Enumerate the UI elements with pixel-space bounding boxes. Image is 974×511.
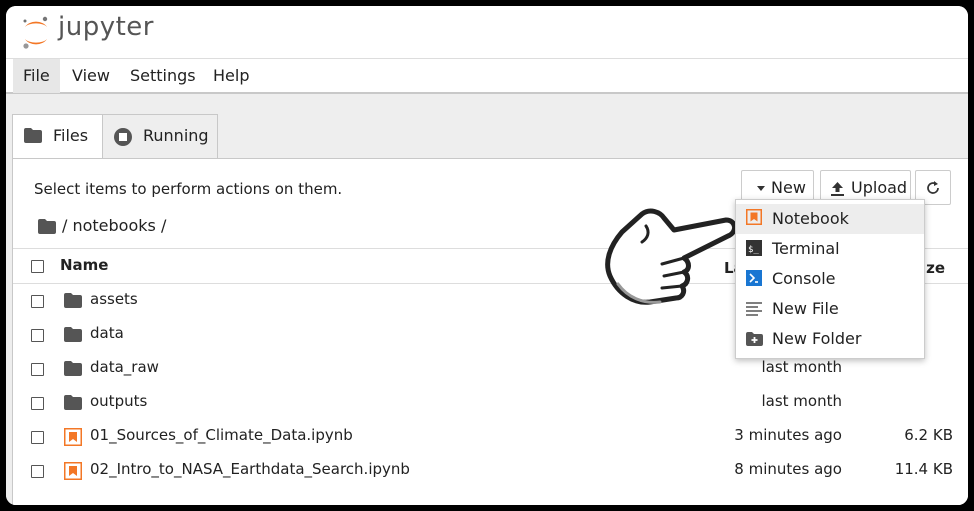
menu-help[interactable]: Help: [203, 59, 259, 93]
row-checkbox[interactable]: [31, 465, 44, 478]
terminal-icon: $_: [746, 240, 762, 256]
notebook-icon: [746, 209, 762, 225]
file-modified: 3 minutes ago: [734, 426, 842, 444]
notebook-icon: [64, 462, 82, 480]
file-modified: last month: [761, 392, 842, 410]
new-console-item[interactable]: Console: [736, 264, 924, 294]
file-modified: last month: [761, 358, 842, 376]
folder-icon: [64, 361, 82, 376]
new-terminal-label: Terminal: [772, 239, 840, 258]
folder-icon: [64, 327, 82, 342]
file-name[interactable]: assets: [90, 290, 138, 308]
new-file-label: New File: [772, 299, 839, 318]
menu-file[interactable]: File: [13, 59, 60, 93]
new-folder-icon: [746, 332, 763, 346]
new-notebook-item[interactable]: Notebook: [736, 204, 924, 234]
header: jupyter: [6, 6, 968, 58]
jupyter-window: jupyter File View Settings Help Files Ru…: [6, 6, 968, 505]
row-checkbox[interactable]: [31, 295, 44, 308]
stop-circle-icon: [114, 128, 132, 146]
tab-running[interactable]: Running: [102, 114, 218, 158]
svg-text:$_: $_: [748, 245, 759, 255]
file-name[interactable]: data_raw: [90, 358, 159, 376]
new-terminal-item[interactable]: $_ Terminal: [736, 234, 924, 264]
folder-icon[interactable]: [38, 219, 56, 234]
file-row[interactable]: 02_Intro_to_NASA_Earthdata_Search.ipynb …: [13, 454, 968, 488]
tab-files-label: Files: [53, 126, 89, 145]
new-folder-item[interactable]: New Folder: [736, 324, 924, 354]
tab-files[interactable]: Files: [12, 114, 103, 159]
menu-bar: File View Settings Help: [6, 58, 968, 94]
upload-icon: [831, 182, 844, 196]
text-file-icon: [746, 302, 762, 316]
folder-icon: [64, 293, 82, 308]
jupyter-logo-icon[interactable]: [21, 15, 51, 51]
file-name[interactable]: 02_Intro_to_NASA_Earthdata_Search.ipynb: [90, 460, 410, 478]
menu-view[interactable]: View: [62, 59, 120, 93]
new-folder-label: New Folder: [772, 329, 862, 348]
file-name[interactable]: data: [90, 324, 124, 342]
file-modified: 8 minutes ago: [734, 460, 842, 478]
menu-settings[interactable]: Settings: [120, 59, 206, 93]
pointing-hand-icon: [605, 208, 737, 305]
new-dropdown-menu: Notebook $_ Terminal Console New File Ne…: [735, 199, 925, 359]
row-checkbox[interactable]: [31, 397, 44, 410]
file-size: 6.2 KB: [904, 426, 953, 444]
new-notebook-label: Notebook: [772, 209, 849, 228]
file-name[interactable]: outputs: [90, 392, 147, 410]
new-console-label: Console: [772, 269, 836, 288]
file-name[interactable]: 01_Sources_of_Climate_Data.ipynb: [90, 426, 353, 444]
notebook-icon: [64, 428, 82, 446]
row-checkbox[interactable]: [31, 363, 44, 376]
file-size: 11.4 KB: [894, 460, 953, 478]
folder-icon: [24, 128, 42, 143]
caret-down-icon: [757, 186, 765, 191]
select-all-checkbox[interactable]: [31, 260, 44, 273]
file-row[interactable]: outputs last month: [13, 386, 968, 420]
console-icon: [746, 270, 762, 286]
new-file-item[interactable]: New File: [736, 294, 924, 324]
selection-hint: Select items to perform actions on them.: [34, 180, 343, 198]
breadcrumb-path[interactable]: / notebooks /: [62, 216, 166, 235]
row-checkbox[interactable]: [31, 431, 44, 444]
tab-running-label: Running: [143, 126, 209, 145]
brand-title: jupyter: [58, 12, 154, 42]
row-checkbox[interactable]: [31, 329, 44, 342]
file-row[interactable]: 01_Sources_of_Climate_Data.ipynb 3 minut…: [13, 420, 968, 454]
folder-icon: [64, 395, 82, 410]
refresh-icon: [927, 181, 939, 194]
column-name-header[interactable]: Name: [60, 256, 108, 274]
